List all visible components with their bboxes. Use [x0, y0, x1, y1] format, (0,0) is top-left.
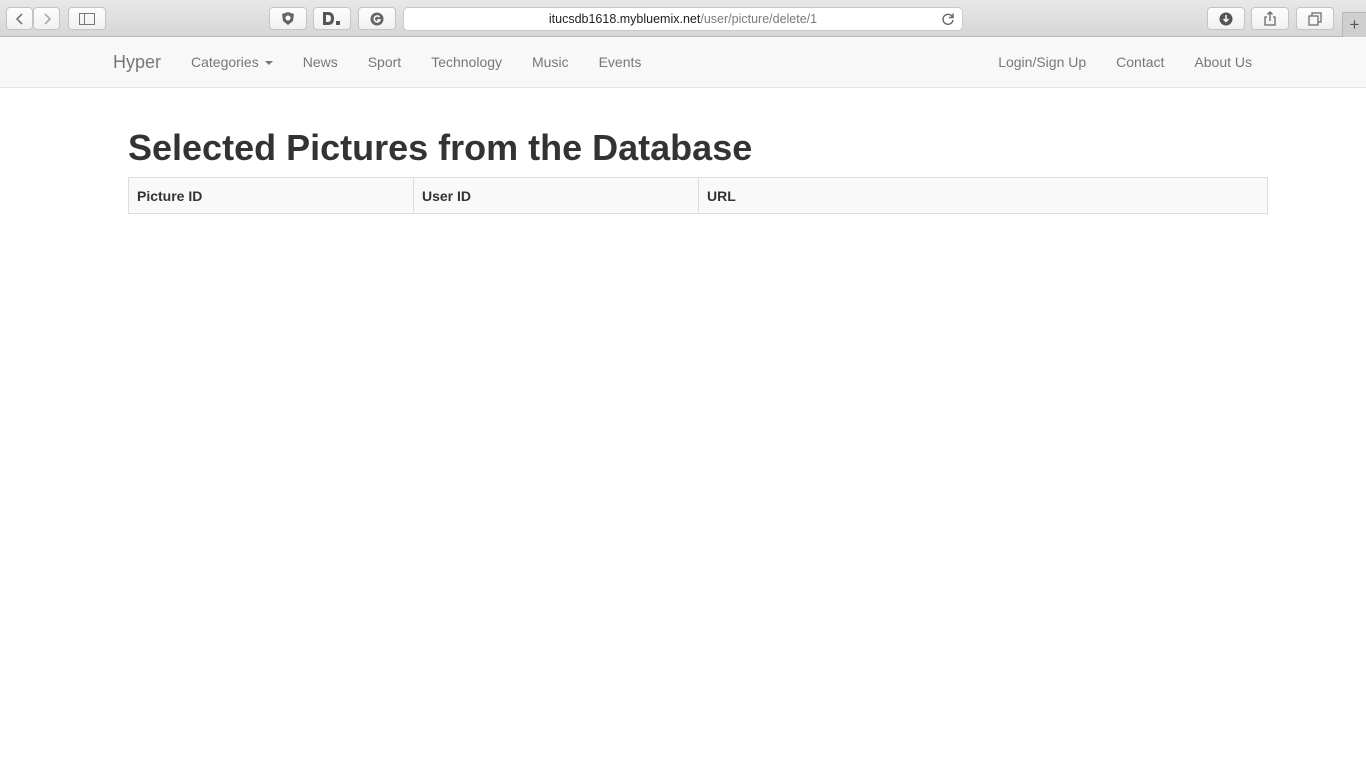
nav-music[interactable]: Music: [532, 54, 569, 70]
sidebar-icon: [79, 12, 95, 25]
chevron-left-icon: [15, 12, 23, 25]
address-bar[interactable]: itucsdb1618.mybluemix.net/user/picture/d…: [403, 7, 963, 31]
downloads-button[interactable]: [1207, 7, 1245, 30]
address-path: /user/picture/delete/1: [700, 12, 818, 26]
dashlane-icon: [323, 12, 340, 25]
back-button[interactable]: [6, 7, 33, 30]
forward-button[interactable]: [33, 7, 60, 30]
tabs-overview-button[interactable]: [1296, 7, 1334, 30]
grammarly-extension-button[interactable]: [358, 7, 396, 30]
plus-icon: +: [1349, 15, 1360, 34]
table-header-row: Picture ID User ID URL: [128, 177, 1268, 214]
download-icon: [1219, 12, 1233, 25]
brand-link[interactable]: Hyper: [113, 52, 161, 73]
nav-news[interactable]: News: [303, 54, 338, 70]
address-host: itucsdb1618.mybluemix.net: [548, 12, 701, 26]
browser-toolbar: itucsdb1618.mybluemix.net/user/picture/d…: [0, 0, 1366, 37]
nav-technology[interactable]: Technology: [431, 54, 502, 70]
share-button[interactable]: [1251, 7, 1289, 30]
tabs-icon: [1308, 11, 1322, 26]
caret-down-icon: [264, 61, 273, 66]
ublock-extension-button[interactable]: [269, 7, 307, 30]
nav-right: Login/Sign Up Contact About Us: [998, 54, 1252, 70]
nav-about-us[interactable]: About Us: [1194, 54, 1252, 70]
nav-events[interactable]: Events: [599, 54, 642, 70]
pictures-table: Picture ID User ID URL: [128, 177, 1268, 214]
share-icon: [1264, 11, 1276, 26]
shield-icon: [282, 12, 294, 25]
reload-icon[interactable]: [940, 11, 956, 27]
sidebar-button[interactable]: [68, 7, 106, 30]
page-title: Selected Pictures from the Database: [128, 127, 753, 168]
nav-login-signup[interactable]: Login/Sign Up: [998, 54, 1086, 70]
nav-categories-dropdown[interactable]: Categories: [191, 54, 273, 70]
main-content: Selected Pictures from the Database Pict…: [128, 126, 1268, 214]
site-navbar: Hyper Categories News Sport Technology M…: [0, 37, 1366, 88]
nav-contact[interactable]: Contact: [1116, 54, 1164, 70]
chevron-right-icon: [43, 12, 51, 25]
nav-left: Categories News Sport Technology Music E…: [191, 54, 641, 70]
column-header-url: URL: [698, 177, 1268, 214]
nav-sport[interactable]: Sport: [368, 54, 401, 70]
new-tab-button[interactable]: +: [1342, 12, 1366, 37]
nav-categories-label: Categories: [191, 54, 259, 70]
dashlane-extension-button[interactable]: [313, 7, 351, 30]
column-header-picture-id: Picture ID: [128, 177, 414, 214]
grammarly-icon: [370, 12, 384, 25]
column-header-user-id: User ID: [413, 177, 699, 214]
